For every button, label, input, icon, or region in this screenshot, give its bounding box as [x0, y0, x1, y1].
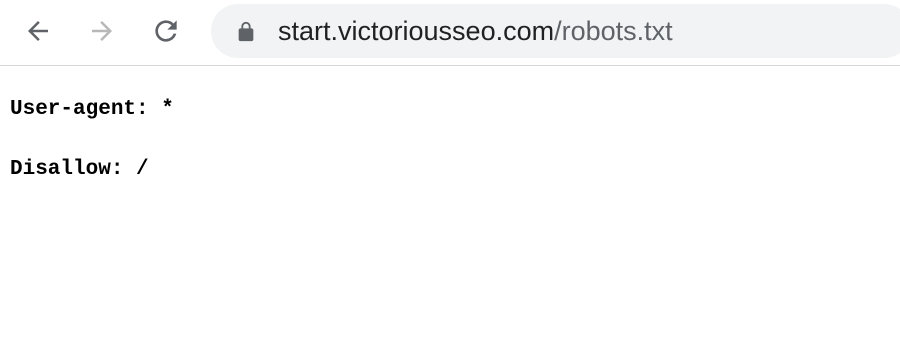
url-text[interactable]: start.victoriousseo.com/robots.txt: [278, 4, 673, 58]
browser-toolbar: start.victoriousseo.com/robots.txt: [0, 0, 900, 66]
robots-txt-content: User-agent: * Disallow: /: [0, 98, 900, 182]
forward-button[interactable]: [84, 13, 120, 49]
reload-button[interactable]: [148, 13, 184, 49]
url-host: start.victoriousseo.com: [278, 16, 555, 46]
reload-icon: [155, 20, 177, 42]
robots-line-disallow: Disallow: /: [10, 158, 149, 181]
lock-icon: [238, 21, 254, 42]
robots-line-user-agent: User-agent: *: [10, 98, 174, 121]
back-button[interactable]: [20, 13, 56, 49]
address-bar[interactable]: start.victoriousseo.com/robots.txt: [211, 4, 900, 58]
url-path: /robots.txt: [554, 16, 673, 46]
back-arrow-icon: [28, 21, 48, 41]
forward-arrow-icon: [92, 21, 112, 41]
